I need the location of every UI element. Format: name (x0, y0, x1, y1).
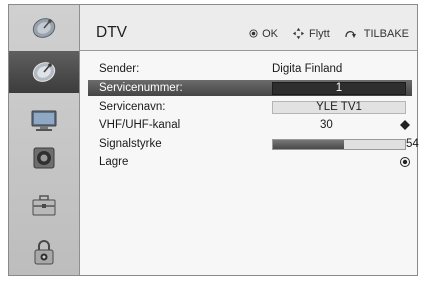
key-hints: OK Flytt TILBAKE (249, 27, 409, 40)
hint-ok: OK (249, 28, 278, 40)
sidebar-item-setup[interactable] (9, 185, 79, 227)
row-service-number[interactable]: Servicenummer: 1 (88, 80, 412, 96)
hint-back: TILBAKE (344, 28, 409, 40)
row-save[interactable]: Lagre (88, 154, 412, 170)
row-channel[interactable]: VHF/UHF-kanal 30 (88, 117, 412, 133)
adjust-arrows-icon[interactable] (399, 119, 411, 131)
row-service-name[interactable]: Servicenavn: YLE TV1 (88, 99, 412, 115)
sender-label: Sender: (99, 63, 140, 75)
ok-button-icon[interactable] (399, 156, 411, 168)
hint-ok-label: OK (262, 27, 278, 40)
service-name-value[interactable]: YLE TV1 (272, 100, 406, 114)
dtv-settings-window: DTV OK Flytt TILBAKE Sender: Digita Finl… (8, 4, 419, 276)
signal-strength-bar (272, 138, 406, 150)
hint-move-label: Flytt (308, 27, 330, 40)
service-number-value[interactable]: 1 (272, 81, 406, 95)
hint-move: Flytt (292, 27, 330, 40)
satellite-dish-icon (32, 62, 56, 82)
signal-strength-fill (273, 139, 345, 149)
service-name-label: Servicenavn: (99, 101, 166, 113)
sidebar-item-lock[interactable] (9, 231, 79, 273)
padlock-icon (34, 240, 54, 265)
speaker-icon (33, 147, 55, 169)
toolbox-icon (32, 195, 56, 216)
row-signal-strength: Signalstyrke 54 (88, 136, 419, 152)
sidebar (9, 5, 80, 275)
move-arrows-icon (292, 27, 305, 40)
channel-label: VHF/UHF-kanal (99, 119, 181, 131)
save-label: Lagre (99, 156, 129, 168)
page-title: DTV (96, 24, 127, 41)
service-number-label: Servicenummer: (99, 82, 183, 94)
row-sender[interactable]: Sender: Digita Finland (88, 61, 412, 77)
back-icon (345, 30, 356, 38)
ok-button-icon (249, 29, 258, 38)
settings-panel: Sender: Digita Finland Servicenummer: 1 … (80, 51, 419, 275)
signal-label: Signalstyrke (99, 138, 162, 150)
channel-value: 30 (320, 119, 333, 131)
sender-value: Digita Finland (272, 63, 343, 75)
sidebar-item-picture[interactable] (9, 100, 79, 142)
hint-back-label: TILBAKE (363, 27, 409, 40)
header-bar: DTV OK Flytt TILBAKE (80, 5, 417, 51)
sidebar-item-audio[interactable] (9, 137, 79, 179)
sidebar-item-dtv[interactable] (9, 51, 79, 93)
tv-monitor-icon (31, 110, 57, 131)
signal-value: 54 (406, 138, 419, 150)
sidebar-item-dtv-header[interactable] (9, 7, 79, 49)
satellite-dish-icon (32, 18, 56, 38)
